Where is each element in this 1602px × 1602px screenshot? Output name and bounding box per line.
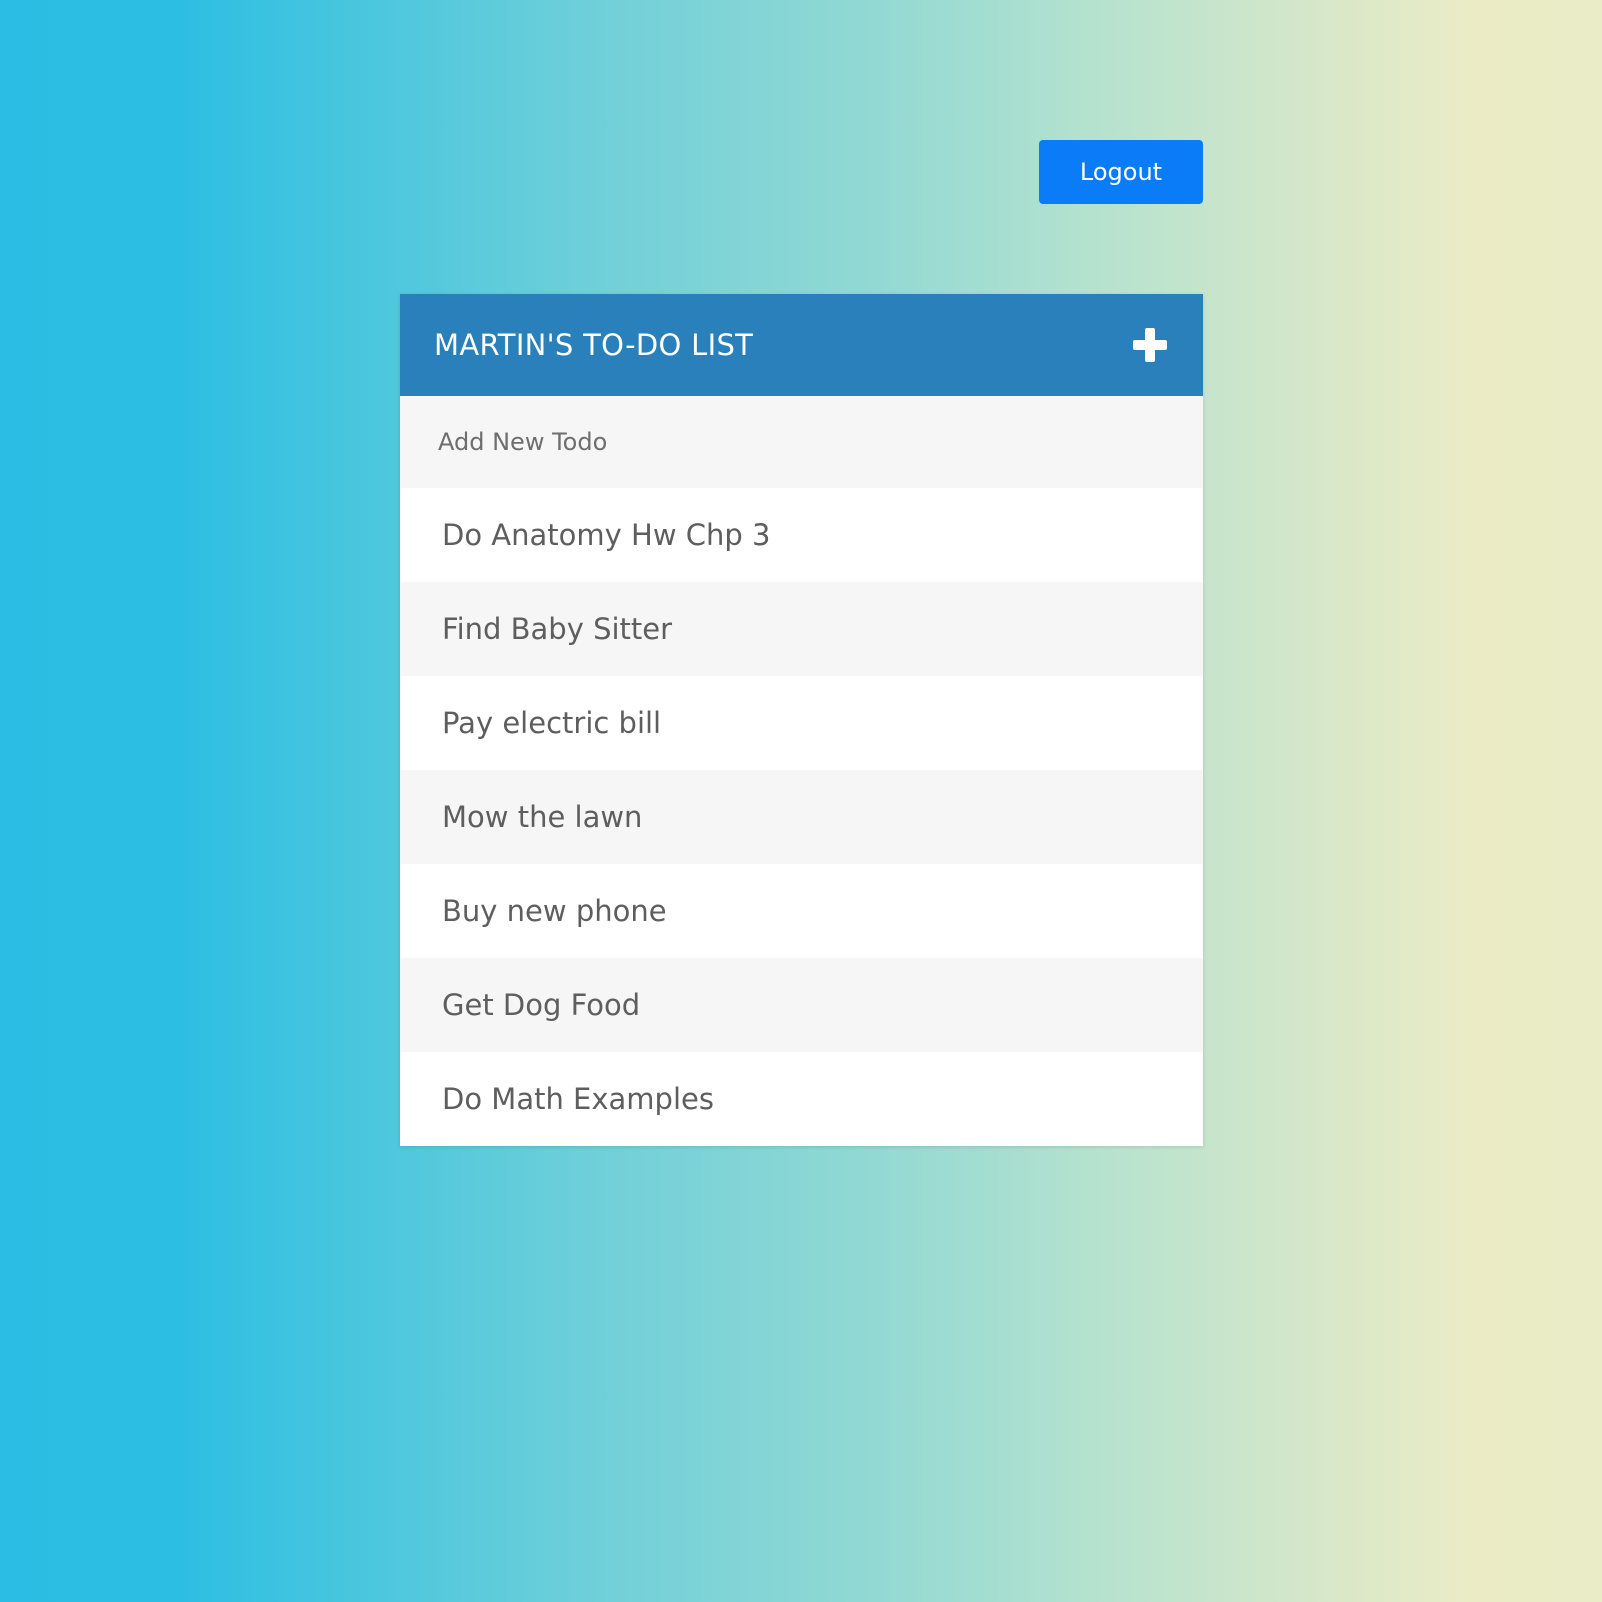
- todo-item[interactable]: Get Dog Food: [400, 958, 1203, 1052]
- todo-item[interactable]: Find Baby Sitter: [400, 582, 1203, 676]
- add-todo-input[interactable]: [400, 396, 1203, 488]
- todo-header: MARTIN'S TO-DO LIST: [400, 294, 1203, 396]
- todo-item[interactable]: Do Anatomy Hw Chp 3: [400, 488, 1203, 582]
- todo-item[interactable]: Mow the lawn: [400, 770, 1203, 864]
- todo-card: MARTIN'S TO-DO LIST Do Anatomy Hw Chp 3 …: [400, 294, 1203, 1146]
- todo-item[interactable]: Buy new phone: [400, 864, 1203, 958]
- plus-icon[interactable]: [1133, 328, 1167, 362]
- todo-item[interactable]: Pay electric bill: [400, 676, 1203, 770]
- logout-button[interactable]: Logout: [1039, 140, 1203, 204]
- todo-item[interactable]: Do Math Examples: [400, 1052, 1203, 1146]
- todo-list: Do Anatomy Hw Chp 3 Find Baby Sitter Pay…: [400, 488, 1203, 1146]
- todo-title: MARTIN'S TO-DO LIST: [434, 328, 754, 362]
